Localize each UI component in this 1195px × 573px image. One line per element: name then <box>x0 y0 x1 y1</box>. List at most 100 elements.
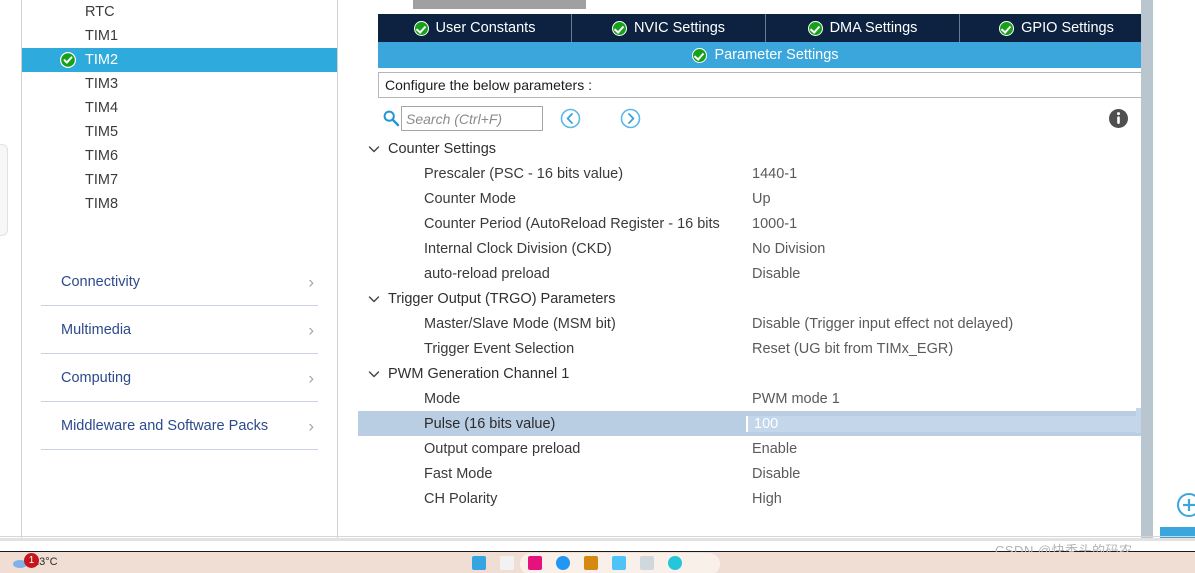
param-row[interactable]: Counter Period (AutoReload Register - 16… <box>358 211 1153 236</box>
sidebar-item-label: TIM6 <box>85 148 119 164</box>
param-name: Master/Slave Mode (MSM bit) <box>424 315 616 332</box>
sidebar-item-tim2[interactable]: TIM2 <box>22 48 337 72</box>
taskbar-icon-app-teal[interactable] <box>668 556 682 570</box>
circle-back-arrow-icon[interactable] <box>560 108 581 129</box>
param-name: Internal Clock Division (CKD) <box>424 240 612 257</box>
taskbar: 23°C 1 <box>0 552 1195 573</box>
vertical-scrollbar[interactable] <box>1141 0 1153 538</box>
param-group-counter-settings[interactable]: Counter Settings <box>358 136 1153 161</box>
param-value[interactable]: Disable <box>746 466 1153 482</box>
param-group-label: Counter Settings <box>388 140 497 157</box>
param-value[interactable]: 100 <box>746 415 1153 432</box>
param-value[interactable]: 1000-1 <box>746 216 1153 232</box>
param-row[interactable]: CH Polarity High <box>358 486 1153 511</box>
chevron-right-icon: › <box>308 272 314 291</box>
param-row[interactable]: Trigger Event Selection Reset (UG bit fro… <box>358 336 1153 361</box>
chevron-right-icon: › <box>308 368 314 387</box>
app-window: RTC TIM1 TIM2 TIM3 TIM4 TIM5 TIM6 TIM7 TIM8 Conn… <box>0 0 1195 573</box>
tab-label: User Constants <box>435 20 536 36</box>
sidebar-category-label: Connectivity <box>61 273 140 290</box>
chevron-down-icon[interactable] <box>366 366 382 382</box>
tab-user-constants[interactable]: User Constants <box>378 14 572 42</box>
param-value[interactable]: High <box>746 491 1153 507</box>
sidebar-category-computing[interactable]: Computing › <box>41 354 318 402</box>
taskbar-icon-explorer[interactable] <box>500 556 514 570</box>
configure-hint-text: Configure the below parameters : <box>385 77 592 93</box>
tab-parameter-settings[interactable]: Parameter Settings <box>378 42 1153 68</box>
sidebar-category-multimedia[interactable]: Multimedia › <box>41 306 318 354</box>
taskbar-icon-group <box>472 556 682 570</box>
horizontal-scrollbar[interactable] <box>378 0 1176 12</box>
tab-dma-settings[interactable]: DMA Settings <box>766 14 960 42</box>
param-value[interactable]: 1440-1 <box>746 166 1153 182</box>
taskbar-icon-app-pink[interactable] <box>528 556 542 570</box>
sidebar-item-tim8[interactable]: TIM8 <box>22 192 337 216</box>
param-name: CH Polarity <box>424 490 498 507</box>
green-check-icon <box>60 52 76 68</box>
chevron-down-icon[interactable] <box>366 141 382 157</box>
tab-nvic-settings[interactable]: NVIC Settings <box>572 14 766 42</box>
taskbar-icon-app-grey[interactable] <box>640 556 654 570</box>
param-row[interactable]: auto-reload preload Disable <box>358 261 1153 286</box>
tab-label: GPIO Settings <box>1021 20 1114 36</box>
left-rail <box>0 0 21 538</box>
sidebar-item-tim4[interactable]: TIM4 <box>22 96 337 120</box>
param-group-pwm-generation-channel-1[interactable]: PWM Generation Channel 1 <box>358 361 1153 386</box>
param-value[interactable]: Enable <box>746 441 1153 457</box>
param-row[interactable]: Output compare preload Enable <box>358 436 1153 461</box>
sidebar-item-label: TIM3 <box>85 76 119 92</box>
param-value[interactable]: PWM mode 1 <box>746 391 1153 407</box>
chevron-right-icon: › <box>308 320 314 339</box>
param-row[interactable]: Fast Mode Disable <box>358 461 1153 486</box>
param-value[interactable]: No Division <box>746 241 1153 257</box>
param-name: Mode <box>424 390 461 407</box>
panel-collapse-handle[interactable] <box>0 144 8 236</box>
param-value[interactable]: Disable (Trigger input effect not delaye… <box>746 316 1153 332</box>
sidebar-item-tim7[interactable]: TIM7 <box>22 168 337 192</box>
circle-plus-zoom-icon[interactable] <box>1176 492 1195 518</box>
sidebar-item-tim1[interactable]: TIM1 <box>22 24 337 48</box>
chevron-down-icon[interactable] <box>366 291 382 307</box>
sidebar-item-label: TIM8 <box>85 196 119 212</box>
search-input[interactable] <box>402 107 542 130</box>
param-value[interactable]: Up <box>746 191 1153 207</box>
sidebar-category-list: Connectivity › Multimedia › Computing › Middle… <box>22 258 337 450</box>
taskbar-icon-app-cyan[interactable] <box>612 556 626 570</box>
param-value[interactable]: Disable <box>746 266 1153 282</box>
param-row[interactable]: Master/Slave Mode (MSM bit) Disable (Trig… <box>358 311 1153 336</box>
notification-badge[interactable]: 1 <box>24 553 39 568</box>
sidebar-category-middleware-and-software-packs[interactable]: Middleware and Software Packs › <box>41 402 318 450</box>
sidebar-item-tim3[interactable]: TIM3 <box>22 72 337 96</box>
param-group-label: PWM Generation Channel 1 <box>388 365 570 382</box>
param-row[interactable]: Prescaler (PSC - 16 bits value) 1440-1 <box>358 161 1153 186</box>
sidebar-item-label: TIM1 <box>85 28 119 44</box>
info-icon[interactable] <box>1108 108 1129 129</box>
taskbar-icon-app-blue[interactable] <box>556 556 570 570</box>
param-name: Counter Period (AutoReload Register - 16… <box>424 215 720 232</box>
sidebar-category-connectivity[interactable]: Connectivity › <box>41 258 318 306</box>
search-icon[interactable] <box>382 109 400 127</box>
param-row[interactable]: Mode PWM mode 1 <box>358 386 1153 411</box>
param-name: Pulse (16 bits value) <box>358 415 746 432</box>
taskbar-icon-app-orange[interactable] <box>584 556 598 570</box>
sidebar-item-tim5[interactable]: TIM5 <box>22 120 337 144</box>
sidebar-item-tim6[interactable]: TIM6 <box>22 144 337 168</box>
panel-bottom-divider <box>0 536 1195 537</box>
horizontal-scrollbar-thumb[interactable] <box>413 0 586 9</box>
param-row[interactable]: Pulse (16 bits value) 100 <box>358 411 1153 436</box>
taskbar-weather[interactable]: 23°C 1 <box>12 553 58 569</box>
configure-hint-bar: Configure the below parameters : <box>378 72 1153 98</box>
param-row[interactable]: Counter Mode Up <box>358 186 1153 211</box>
sidebar-item-label: TIM7 <box>85 172 119 188</box>
peripheral-sidebar: RTC TIM1 TIM2 TIM3 TIM4 TIM5 TIM6 TIM7 TIM8 Conn… <box>21 0 338 538</box>
param-group-trigger-output-trgo-parameters[interactable]: Trigger Output (TRGO) Parameters <box>358 286 1153 311</box>
parameter-tree: Counter Settings Prescaler (PSC - 16 bits… <box>358 136 1153 511</box>
tab-label: NVIC Settings <box>633 20 726 36</box>
param-row[interactable]: Internal Clock Division (CKD) No Division <box>358 236 1153 261</box>
sidebar-item-rtc[interactable]: RTC <box>22 0 337 24</box>
param-value[interactable]: Reset (UG bit from TIMx_EGR) <box>746 341 1153 357</box>
search-input-wrapper[interactable] <box>401 106 543 131</box>
taskbar-icon-windows[interactable] <box>472 556 486 570</box>
tab-gpio-settings[interactable]: GPIO Settings <box>960 14 1153 42</box>
circle-forward-arrow-icon[interactable] <box>620 108 641 129</box>
